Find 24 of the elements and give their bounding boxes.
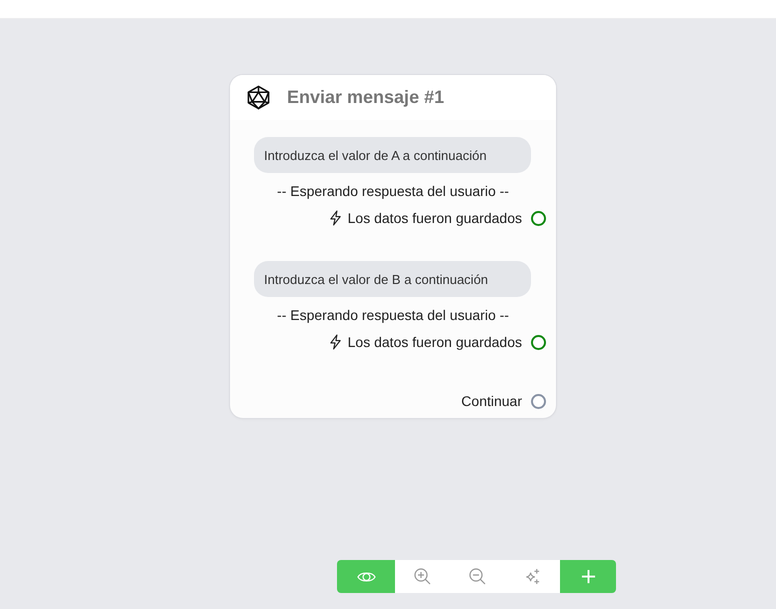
output-label: Los datos fueron guardados <box>348 333 522 352</box>
node-card[interactable] <box>230 75 556 418</box>
plus-icon <box>580 569 596 584</box>
view-toggle-button[interactable] <box>337 560 395 593</box>
message-bubble: Introduzca el valor de A a continuación <box>254 137 531 173</box>
lightning-bolt-icon <box>328 210 342 226</box>
dice-icon <box>246 85 271 110</box>
zoom-in-button[interactable] <box>395 560 450 593</box>
status-text: -- Esperando respuesta del usuario -- <box>277 306 509 325</box>
node-title: Enviar mensaje #1 <box>287 87 444 108</box>
output-port-handle[interactable] <box>531 394 546 408</box>
zoom-in-icon <box>414 568 431 585</box>
output-port-handle[interactable] <box>531 334 546 350</box>
eye-icon <box>356 570 376 584</box>
output-label: Continuar <box>461 392 522 411</box>
status-text: -- Esperando respuesta del usuario -- <box>277 182 509 201</box>
add-button[interactable] <box>560 560 616 593</box>
message-bubble: Introduzca el valor de B a continuación <box>254 261 531 297</box>
auto-layout-button[interactable] <box>505 560 560 593</box>
sparkles-icon <box>524 568 541 585</box>
output-label: Los datos fueron guardados <box>348 209 522 228</box>
lightning-bolt-icon <box>328 334 342 350</box>
zoom-out-icon <box>469 568 486 585</box>
output-port-handle[interactable] <box>531 210 546 226</box>
